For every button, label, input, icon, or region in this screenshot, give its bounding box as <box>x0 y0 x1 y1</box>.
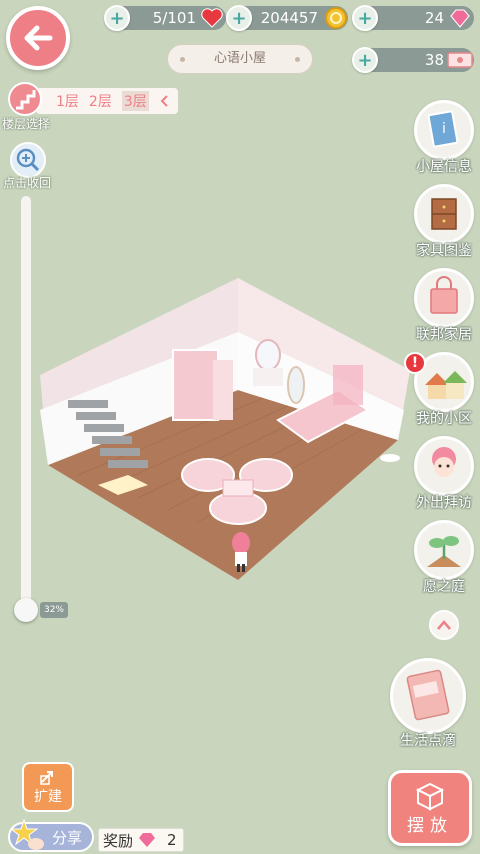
ticket-icon <box>447 52 473 68</box>
heart-icon <box>201 8 223 28</box>
menu-go-visit[interactable]: 外出拜访 <box>411 436 477 512</box>
sofa-bottom <box>209 491 267 525</box>
expand-arrows-icon <box>40 771 53 785</box>
tickets-value: 38 <box>424 51 444 69</box>
zoom-value: 32% <box>40 602 68 618</box>
floor-selector: 1层 2层 3层 <box>36 88 178 114</box>
life-moments-label: 生活点滴 <box>400 733 456 749</box>
zoom-slider-handle[interactable] <box>14 598 38 622</box>
coins-add-button[interactable]: + <box>226 5 252 31</box>
sprout-icon <box>414 520 474 580</box>
share-label: 分享 <box>51 828 82 847</box>
wardrobe <box>172 349 219 421</box>
place-button[interactable]: 摆放 <box>388 770 472 846</box>
menu-wish-garden[interactable]: 愿之庭 <box>411 520 477 596</box>
chevron-left-icon[interactable] <box>159 94 169 108</box>
shopping-bag-icon <box>414 268 474 328</box>
arrow-left-icon <box>24 25 53 51</box>
zoom-collapse-button[interactable] <box>10 142 46 178</box>
zoom-in-icon <box>16 148 40 172</box>
floor-2-tab[interactable]: 2层 <box>89 91 112 111</box>
zoom-slider[interactable] <box>21 196 31 610</box>
diamond-icon <box>139 833 156 847</box>
star-hand-icon <box>10 818 44 850</box>
coins-value: 204457 <box>260 9 318 27</box>
reward-label: 奖励 <box>103 831 134 850</box>
zoom-label: 点击收回 <box>3 176 52 190</box>
house-info-icon: i <box>414 100 474 160</box>
visit-girl-icon <box>414 436 474 496</box>
side-table <box>380 454 400 462</box>
cabinet-icon <box>414 184 474 244</box>
alert-badge-icon: ! <box>404 352 426 374</box>
go-visit-label: 外出拜访 <box>416 495 472 511</box>
reward-count: 2 <box>167 831 177 849</box>
floor-select-label: 楼层选择 <box>2 117 51 131</box>
energy-value: 5/101 <box>152 9 196 27</box>
svg-text:i: i <box>442 121 446 137</box>
menu-furniture-guide[interactable]: 家具图鉴 <box>411 184 477 260</box>
vanity-mirror <box>255 339 281 371</box>
menu-life-moments[interactable]: 生活点滴 <box>388 658 468 750</box>
house-name[interactable]: 心语小屋 <box>167 44 313 74</box>
diamonds-add-button[interactable]: + <box>352 5 378 31</box>
wish-garden-label: 愿之庭 <box>423 579 465 595</box>
diary-book-icon <box>390 658 466 734</box>
collapse-menu-button[interactable] <box>429 610 459 640</box>
menu-federation-home[interactable]: 联邦家居 <box>411 268 477 344</box>
house-info-label: 小屋信息 <box>416 159 472 175</box>
furniture-guide-label: 家具图鉴 <box>416 243 472 259</box>
energy-add-button[interactable]: + <box>104 5 130 31</box>
tickets-add-button[interactable]: + <box>352 47 378 73</box>
box-icon <box>415 782 445 811</box>
expand-label: 扩建 <box>34 789 62 805</box>
federation-home-label: 联邦家居 <box>416 327 472 343</box>
place-label: 摆放 <box>407 815 453 836</box>
standing-mirror <box>287 366 305 404</box>
room-scene[interactable] <box>38 270 418 590</box>
coin-icon <box>325 7 347 29</box>
floor-3-tab[interactable]: 3层 <box>121 91 149 111</box>
diamond-icon <box>450 9 470 28</box>
floor-1-tab[interactable]: 1层 <box>56 91 79 111</box>
floor-select-button[interactable] <box>8 82 42 116</box>
diamonds-value: 24 <box>424 9 444 27</box>
stairs-icon <box>16 90 36 110</box>
menu-house-info[interactable]: i 小屋信息 <box>411 100 477 176</box>
back-button[interactable] <box>6 6 70 70</box>
my-community-label: 我的小区 <box>416 411 472 427</box>
chevron-up-icon <box>437 620 451 630</box>
tea-table <box>222 479 254 497</box>
reward-box[interactable]: 奖励 2 <box>98 828 184 852</box>
expand-button[interactable]: 扩建 <box>22 762 74 812</box>
